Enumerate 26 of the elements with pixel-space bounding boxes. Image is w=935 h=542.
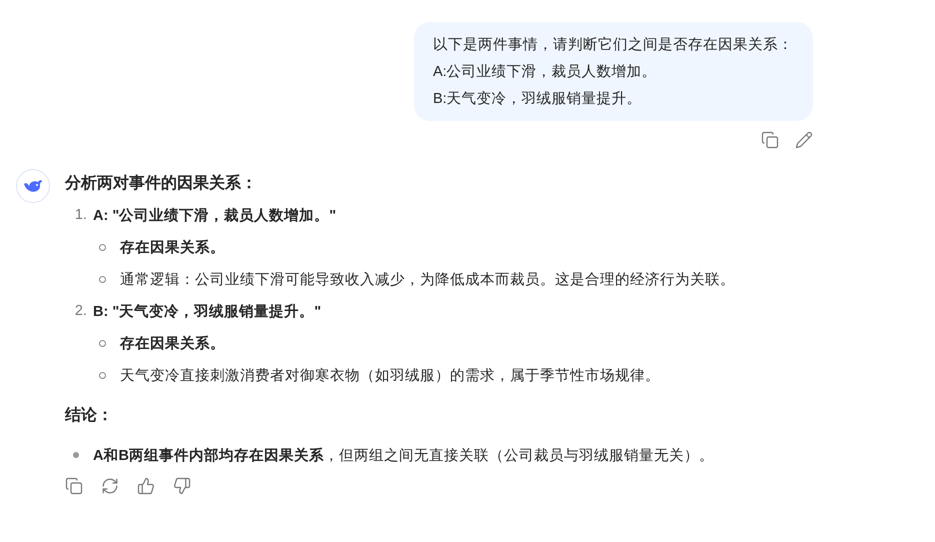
item-title: B: "天气变冷，羽绒服销量提升。" — [93, 302, 322, 320]
thumbs-down-icon[interactable] — [173, 477, 191, 495]
list-number: 1. — [74, 207, 87, 223]
whale-logo-icon — [23, 178, 43, 194]
thumbs-up-icon[interactable] — [137, 477, 155, 495]
bullet-icon — [73, 452, 79, 458]
bullet-icon — [99, 244, 106, 250]
message-text: B:天气变冷，羽绒服销量提升。 — [433, 90, 643, 109]
message-text: A:公司业绩下滑，裁员人数增加。 — [433, 63, 658, 82]
copy-icon[interactable] — [65, 477, 83, 495]
conclusion-heading: 结论： — [65, 406, 114, 426]
item-title: A: "公司业绩下滑，裁员人数增加。" — [93, 206, 336, 224]
list-number: 2. — [74, 303, 87, 319]
point-text: 通常逻辑：公司业绩下滑可能导致收入减少，为降低成本而裁员。这是合理的经济行为关联。 — [120, 270, 735, 288]
bullet-icon — [99, 276, 106, 282]
point-text: 存在因果关系。 — [120, 238, 225, 256]
bullet-icon — [99, 340, 106, 346]
edit-icon[interactable] — [795, 131, 813, 149]
reply-heading: 分析两对事件的因果关系： — [65, 173, 258, 194]
point-text: 天气变冷直接刺激消费者对御寒衣物（如羽绒服）的需求，属于季节性市场规律。 — [120, 366, 660, 384]
bullet-icon — [99, 372, 106, 378]
conclusion-text: A和B两组事件内部均存在因果关系，但两组之间无直接关联（公司裁员与羽绒服销量无关）。 — [93, 446, 714, 464]
copy-icon[interactable] — [761, 131, 779, 149]
point-text: 存在因果关系。 — [120, 334, 225, 352]
regenerate-icon[interactable] — [101, 477, 119, 495]
message-text: 以下是两件事情，请判断它们之间是否存在因果关系： — [433, 36, 793, 55]
